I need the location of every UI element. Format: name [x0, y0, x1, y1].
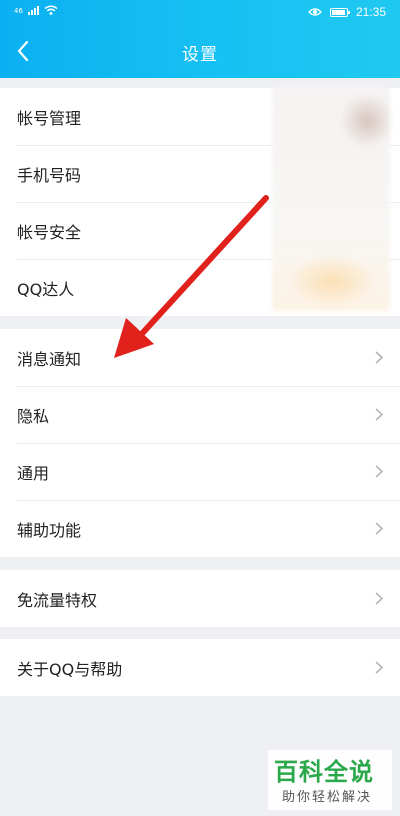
chevron-right-icon — [375, 592, 384, 605]
settings-item-accessibility[interactable]: 辅助功能 — [0, 500, 400, 557]
settings-item-label: 消息通知 — [17, 349, 82, 369]
settings-item-label: 帐号安全 — [17, 222, 82, 242]
battery-icon — [329, 7, 350, 17]
status-bar: 46 21:35 — [0, 0, 400, 26]
signal-text: 46 — [14, 7, 23, 15]
settings-group-about: 关于QQ与帮助 — [0, 639, 400, 696]
settings-item-privacy[interactable]: 隐私 — [0, 386, 400, 443]
settings-group-general: 消息通知 隐私 通用 辅助功能 — [0, 329, 400, 557]
settings-item-label: 关于QQ与帮助 — [17, 659, 123, 679]
status-time: 21:35 — [355, 5, 386, 19]
settings-item-about-help[interactable]: 关于QQ与帮助 — [0, 639, 400, 696]
settings-item-free-data[interactable]: 免流量特权 — [0, 570, 400, 627]
settings-item-label: 手机号码 — [17, 165, 82, 185]
eye-icon — [308, 8, 322, 16]
blurred-redaction — [272, 86, 390, 311]
header-bar: 46 21:35 设置 — [0, 0, 400, 78]
signal-bars-icon — [27, 6, 39, 15]
chevron-right-icon — [375, 661, 384, 674]
settings-item-notifications[interactable]: 消息通知 — [0, 329, 400, 386]
settings-item-label: 帐号管理 — [17, 108, 82, 128]
settings-item-label: 隐私 — [17, 406, 50, 426]
settings-item-label: 免流量特权 — [17, 590, 98, 610]
settings-item-label: 辅助功能 — [17, 520, 82, 540]
chevron-right-icon — [375, 465, 384, 478]
chevron-right-icon — [375, 351, 384, 364]
watermark-logo: 百科全说 助你轻松解决 — [268, 750, 392, 810]
wifi-icon — [44, 5, 58, 15]
chevron-right-icon — [375, 522, 384, 535]
chevron-right-icon — [375, 408, 384, 421]
settings-item-label: 通用 — [17, 463, 50, 483]
watermark-title: 百科全说 — [274, 758, 374, 786]
nav-bar: 设置 — [0, 26, 400, 76]
settings-item-label: QQ达人 — [17, 279, 75, 299]
watermark-subtitle: 助你轻松解决 — [282, 790, 373, 805]
page-title: 设置 — [182, 45, 218, 65]
signal-indicator: 46 — [14, 5, 58, 15]
settings-item-general[interactable]: 通用 — [0, 443, 400, 500]
settings-group-data: 免流量特权 — [0, 570, 400, 627]
